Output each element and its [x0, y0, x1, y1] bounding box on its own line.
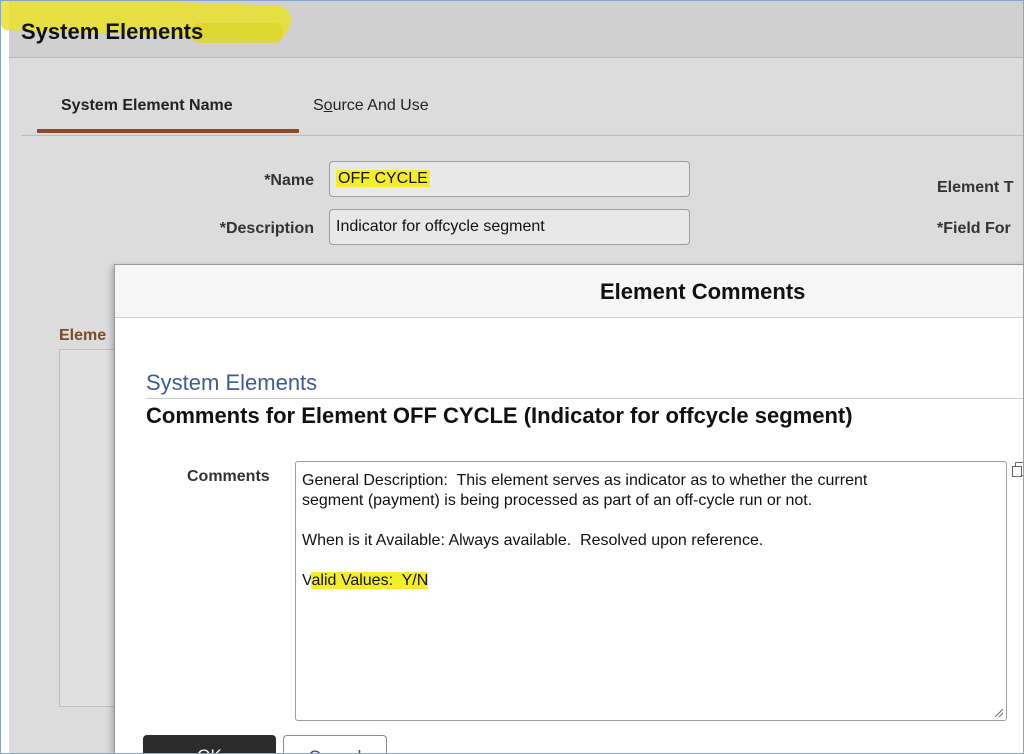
comment-line: segment (payment) is being processed as … [302, 492, 813, 509]
active-tab-indicator [37, 129, 299, 133]
section-label: Eleme [59, 327, 107, 344]
element-type-label: Element T [937, 179, 1014, 196]
expand-icon[interactable] [1012, 462, 1023, 477]
tab-bar: System Element Name Source And Use [21, 89, 1023, 136]
app-window: System Elements System Element Name Sour… [0, 0, 1024, 754]
resize-handle-icon[interactable] [995, 709, 1003, 717]
cancel-button[interactable]: Cancel [283, 735, 387, 753]
modal-title: Element Comments [600, 279, 806, 304]
comments-textarea[interactable]: General Description: This element serves… [295, 461, 1007, 721]
highlighted-text: alid Values: Y/N [311, 572, 429, 589]
ok-button[interactable]: OK [143, 735, 276, 753]
background-grid [59, 349, 121, 707]
name-label: *Name [264, 172, 314, 189]
comment-line: Valid Values: Y/N [302, 571, 1000, 591]
name-value: OFF CYCLE [336, 170, 430, 187]
modal-breadcrumb: System Elements [146, 370, 318, 395]
divider [146, 398, 1023, 399]
modal-heading: Comments for Element OFF CYCLE (Indicato… [146, 403, 853, 428]
comment-line: General Description: This element serves… [302, 472, 868, 489]
tab-label-accesskey: o [323, 97, 333, 114]
tab-source-and-use[interactable]: Source And Use [313, 97, 429, 115]
tab-label-part: urce And Use [332, 97, 429, 114]
description-field[interactable]: Indicator for offcycle segment [329, 209, 690, 245]
field-format-label: *Field For [937, 220, 1011, 237]
comments-label: Comments [187, 468, 270, 485]
tab-label-part: S [313, 97, 324, 114]
description-label: *Description [219, 220, 314, 237]
comment-line: When is it Available: Always available. … [302, 532, 764, 549]
highlighter-mark [191, 23, 283, 43]
name-field[interactable]: OFF CYCLE [329, 161, 690, 197]
modal-header: Element Comments [115, 265, 1023, 318]
element-comments-modal: Element Comments System Elements Comment… [114, 264, 1023, 753]
page-title: System Elements [21, 19, 204, 44]
tab-system-element-name[interactable]: System Element Name [61, 97, 233, 115]
